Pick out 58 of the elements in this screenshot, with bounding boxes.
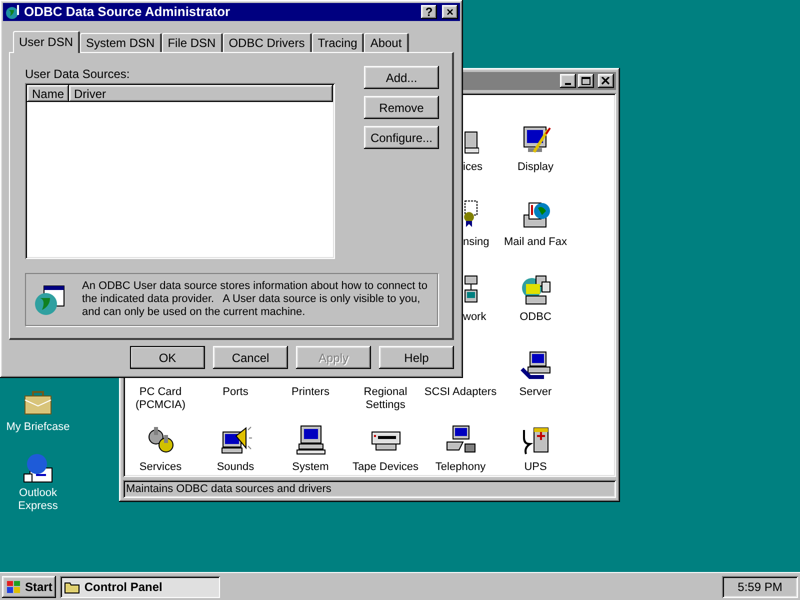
control-panel-item-label[interactable]: Server	[498, 386, 574, 399]
dialog-button[interactable]: Cancel	[213, 346, 288, 369]
control-panel-item-label[interactable]: Tape Devices	[348, 461, 424, 474]
dialog-title: ODBC Data Source Administrator	[24, 3, 232, 22]
close-button[interactable]: ×	[442, 5, 458, 19]
dialog-button[interactable]: Help	[379, 346, 454, 369]
globe-icon[interactable]	[5, 4, 21, 20]
control-panel-item-label[interactable]: PC Card (PCMCIA)	[123, 386, 198, 412]
close-button[interactable]	[598, 74, 614, 88]
windows-logo-icon	[6, 580, 22, 594]
status-bar: Maintains ODBC data sources and drivers	[123, 480, 616, 498]
control-panel-item-label[interactable]: SCSI Adapters	[422, 386, 498, 399]
tab[interactable]: ODBC Drivers	[222, 33, 312, 52]
control-panel-item-label[interactable]: UPS	[498, 461, 574, 474]
control-panel-item-label[interactable]: Ports	[198, 386, 274, 399]
tab[interactable]: User DSN	[13, 31, 80, 53]
control-panel-item-label[interactable]: Sounds	[198, 461, 274, 474]
close-icon	[601, 77, 611, 85]
control-panel-item-label[interactable]: nsing	[463, 236, 490, 249]
control-panel-item-label[interactable]: Printers	[272, 386, 348, 399]
computer-icon	[294, 424, 326, 456]
envelope-icon	[22, 452, 54, 484]
control-panel-item-label[interactable]: ices	[463, 161, 483, 174]
control-panel-item-label[interactable]: System	[272, 461, 348, 474]
globe-table-icon	[34, 284, 66, 316]
control-panel-item-label[interactable]: Telephony	[422, 461, 498, 474]
dialog-button[interactable]: Remove	[364, 96, 439, 119]
server-icon	[520, 349, 552, 381]
tab[interactable]: System DSN	[80, 33, 162, 52]
maximize-icon	[581, 77, 591, 85]
column-header[interactable]: Driver	[69, 85, 333, 102]
dialog-button[interactable]: OK	[130, 346, 205, 369]
control-panel-item-label[interactable]: Services	[123, 461, 198, 474]
desktop-icon-label[interactable]: My Briefcase	[4, 421, 72, 434]
column-header[interactable]: Name	[27, 85, 69, 102]
folder-icon	[64, 580, 80, 594]
control-panel-item-label[interactable]: Display	[498, 161, 574, 174]
maximize-button[interactable]	[578, 74, 594, 88]
control-panel-item-label[interactable]: ODBC	[498, 311, 574, 324]
dialog-button[interactable]: Add...	[364, 66, 439, 89]
tab[interactable]: File DSN	[162, 33, 223, 52]
tab[interactable]: About	[364, 33, 409, 52]
help-button[interactable]: ?	[421, 5, 437, 19]
control-panel-item-label[interactable]: work	[463, 311, 486, 324]
data-source-list[interactable]: Name Driver	[25, 83, 335, 259]
info-text: An ODBC User data source stores information about how to connect to the indicated data provider. A User data source is only visible to you, and can only be used on the current machine.	[82, 280, 428, 319]
list-label: User Data Sources:	[25, 66, 131, 83]
tab[interactable]: Tracing	[312, 33, 364, 52]
control-panel-item-label[interactable]: Mail and Fax	[498, 236, 574, 249]
speaker-icon	[220, 424, 252, 456]
minimize-button[interactable]	[560, 74, 576, 88]
database-globe-icon	[520, 274, 552, 306]
clock: 5:59 PM	[722, 576, 798, 598]
start-button[interactable]: Start	[2, 576, 56, 598]
control-panel-item-label[interactable]: Regional Settings	[348, 386, 424, 412]
taskbar-button[interactable]: Control Panel	[60, 576, 220, 598]
desktop-icon-label[interactable]: Outlook Express	[4, 487, 72, 513]
dialog-button[interactable]: Configure...	[364, 126, 439, 149]
